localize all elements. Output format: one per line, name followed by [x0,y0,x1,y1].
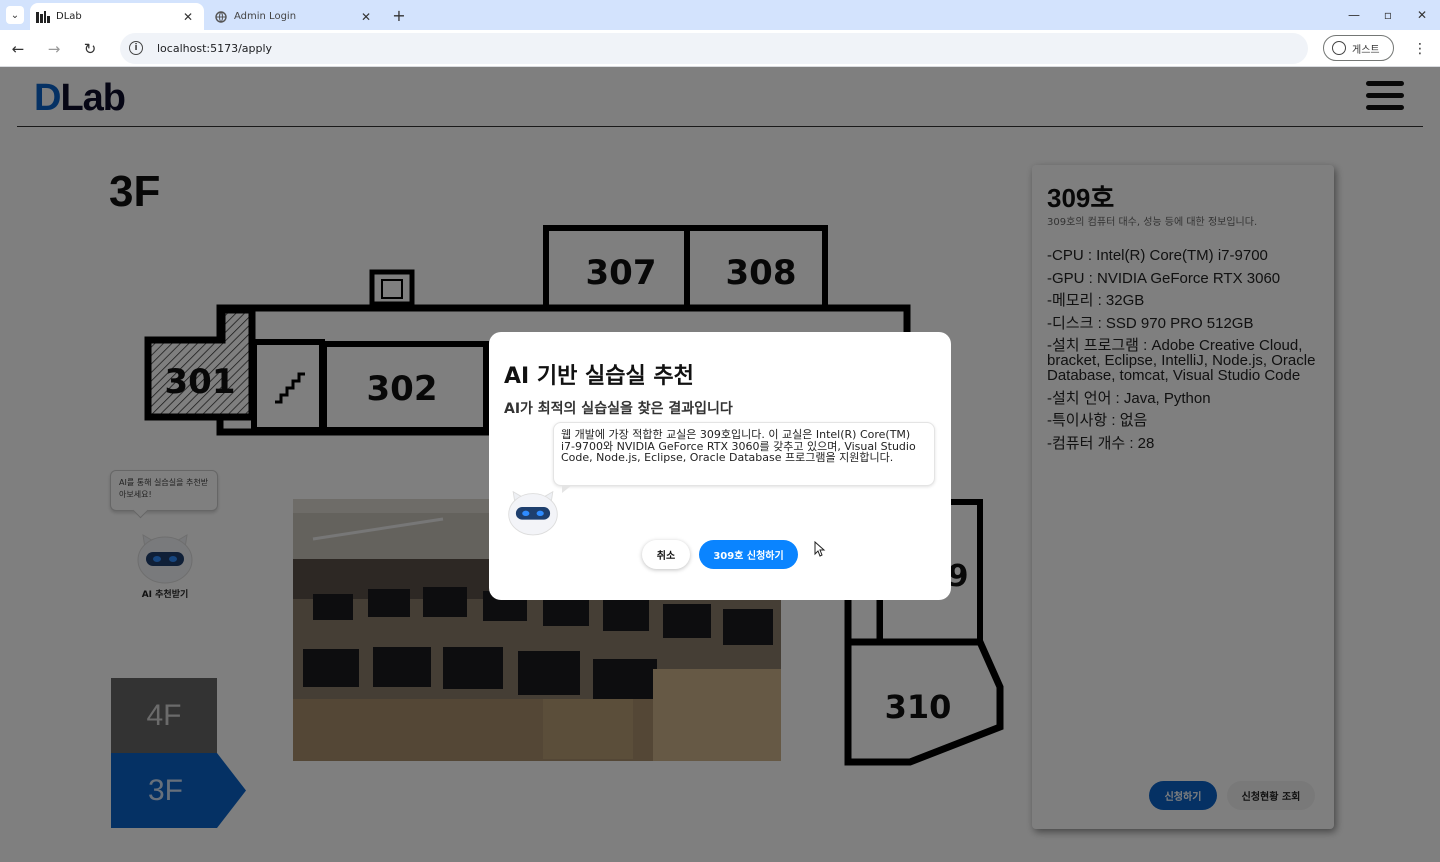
new-tab-button[interactable]: + [390,5,408,25]
dlab-favicon-icon [36,10,50,24]
reload-icon[interactable]: ↻ [79,38,101,60]
profile-icon [1332,41,1346,55]
site-info-icon[interactable]: i [129,41,143,55]
browser-tab-strip: ⌄ DLab ✕ Admin Login ✕ + — ▫ ✕ [0,0,1440,30]
profile-label: 게스트 [1352,44,1380,56]
ai-message-bubble: 웹 개발에 가장 적합한 교실은 309호입니다. 이 교실은 Intel(R)… [553,422,935,493]
window-close-icon[interactable]: ✕ [1405,4,1439,26]
modal-title: AI 기반 실습실 추천 [504,364,694,389]
tab-close-icon[interactable]: ✕ [358,9,374,25]
browser-toolbar: ← → ↻ i localhost:5173/apply 게스트 ⋮ [0,30,1440,67]
restore-icon[interactable]: ▫ [1371,4,1405,26]
modal-subtitle: AI가 최적의 실습실을 찾은 결과입니다 [504,401,733,417]
apply-309-button[interactable]: 309호 신청하기 [699,540,798,569]
globe-icon [214,10,228,24]
address-bar[interactable]: i localhost:5173/apply [120,33,1308,64]
tab-admin-login[interactable]: Admin Login ✕ [208,3,382,30]
tab-title: DLab [56,11,82,22]
profile-button[interactable]: 게스트 [1323,35,1394,61]
url-text: localhost:5173/apply [157,42,273,55]
tab-title: Admin Login [234,11,297,22]
forward-icon[interactable]: → [43,38,65,60]
cancel-button[interactable]: 취소 [642,540,690,569]
mouse-cursor-icon [814,541,826,557]
back-icon[interactable]: ← [7,38,29,60]
tab-search-button[interactable]: ⌄ [6,6,24,24]
tab-close-icon[interactable]: ✕ [180,9,196,25]
tab-dlab[interactable]: DLab ✕ [30,3,204,30]
ai-robot-icon [508,490,558,536]
minimize-icon[interactable]: — [1337,4,1371,26]
ai-recommend-modal: AI 기반 실습실 추천 AI가 최적의 실습실을 찾은 결과입니다 웹 개발에… [489,332,951,600]
browser-menu-icon[interactable]: ⋮ [1412,39,1428,59]
